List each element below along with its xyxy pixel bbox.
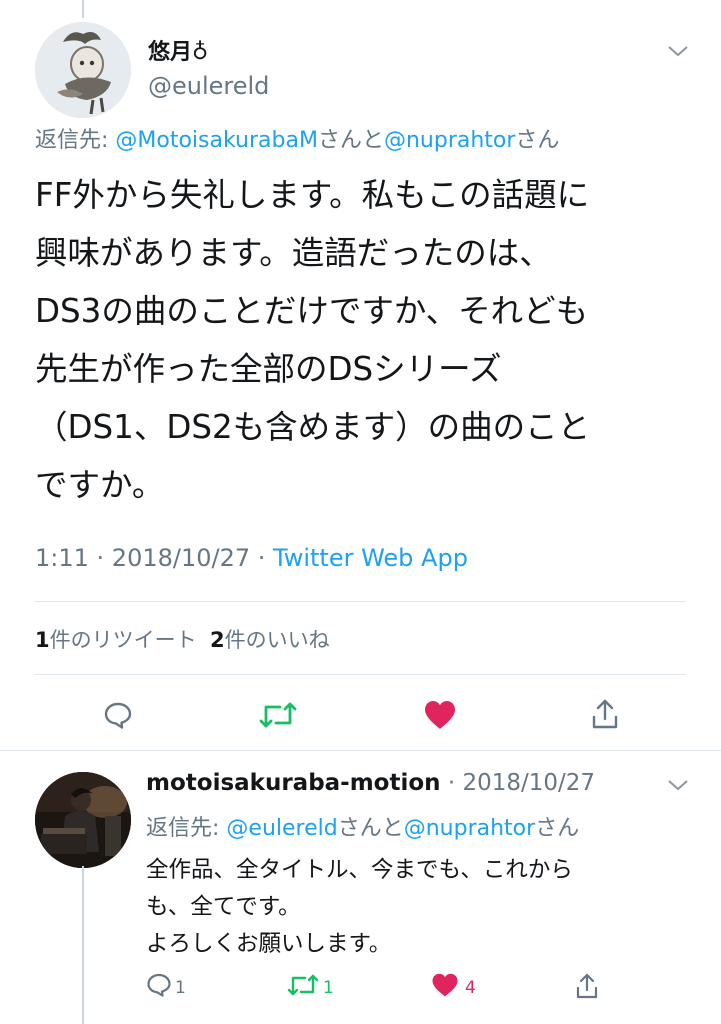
thread-line <box>82 866 84 1024</box>
user-handle[interactable]: @eulereld <box>148 72 269 100</box>
tweet-text: FF外から失礼します。私もこの話題に 興味があります。造語だったのは、 DS3の… <box>35 166 695 514</box>
retweet-count: 1 <box>323 978 334 998</box>
like-label: 件のいいね <box>224 628 330 652</box>
like-count: 4 <box>465 978 476 998</box>
retweet-icon[interactable] <box>258 700 298 730</box>
avatar[interactable] <box>35 772 131 868</box>
like-count: 2 <box>209 628 225 652</box>
reply-date[interactable]: 2018/10/27 <box>462 770 595 796</box>
tweet-meta: 1:11 · 2018/10/27 · Twitter Web App <box>35 544 468 572</box>
replying-to: 返信先: @MotoisakurabaMさんと@nuprahtorさん <box>35 122 559 154</box>
replying-suffix: さん <box>515 128 560 153</box>
tweet-text-line: 先生が作った全部のDSシリーズ <box>35 350 502 388</box>
mention-link[interactable]: @eulereld <box>226 816 337 841</box>
tweet-text-line: 興味があります。造語だったのは、 <box>35 234 552 272</box>
tweet-text-line: ですか。 <box>35 466 165 504</box>
chevron-down-icon[interactable] <box>667 778 689 792</box>
tweet-text-line: DS3の曲のことだけですか、それども <box>35 292 589 330</box>
retweet-count: 1 <box>35 628 50 652</box>
share-icon <box>576 973 598 999</box>
avatar[interactable] <box>35 22 131 118</box>
comment-icon <box>147 973 171 997</box>
reply-text-line: も、全てです。 <box>146 894 301 920</box>
tweet-source[interactable]: Twitter Web App <box>273 544 468 572</box>
likes-stat[interactable]: 2件のいいね <box>210 628 330 652</box>
tweet-time[interactable]: 1:11 <box>35 544 89 572</box>
tweet-stats: 1件のリツイート 2件のいいね <box>35 624 330 654</box>
replying-connector: さんと <box>337 816 404 841</box>
replying-to: 返信先: @eulereldさんと@nuprahtorさん <box>146 810 579 842</box>
reply-author: motoisakuraba-motion · 2018/10/27 <box>146 770 595 796</box>
meta-separator: · <box>440 770 463 796</box>
mention-link[interactable]: @nuprahtor <box>384 128 515 153</box>
replying-connector: さんと <box>317 128 384 153</box>
display-name[interactable]: 悠月♁ <box>148 34 208 66</box>
replying-suffix: さん <box>535 816 580 841</box>
reply-action[interactable]: 1 <box>146 972 186 998</box>
like-action[interactable]: 4 <box>431 972 476 998</box>
reply-count: 1 <box>175 978 186 998</box>
heart-icon[interactable] <box>423 699 457 731</box>
reply-text-line: 全作品、全タイトル、今までも、これから <box>146 857 573 883</box>
retweet-label: 件のリツイート <box>49 628 197 652</box>
thread-line <box>82 0 84 18</box>
share-action[interactable] <box>575 972 599 1000</box>
meta-separator: · <box>88 544 112 572</box>
mention-link[interactable]: @nuprahtor <box>404 816 535 841</box>
divider <box>35 674 686 675</box>
retweet-action[interactable]: 1 <box>286 972 334 998</box>
display-name-emoji: ♁ <box>192 40 209 65</box>
mention-link[interactable]: @MotoisakurabaM <box>115 128 318 153</box>
replying-prefix: 返信先: <box>146 816 227 841</box>
share-icon[interactable] <box>591 698 619 730</box>
retweet-icon <box>287 974 319 996</box>
heart-icon <box>432 973 458 997</box>
divider <box>35 601 686 602</box>
tweet-date[interactable]: 2018/10/27 <box>112 544 250 572</box>
reply-text: 全作品、全タイトル、今までも、これから も、全てです。 よろしくお願いします。 <box>146 852 573 963</box>
tweet-text-line: （DS1、DS2も含めます）の曲のこと <box>35 408 591 446</box>
meta-separator: · <box>250 544 274 572</box>
retweets-stat[interactable]: 1件のリツイート <box>35 628 197 652</box>
comment-icon[interactable] <box>103 700 133 730</box>
replying-prefix: 返信先: <box>35 128 116 153</box>
display-name-text: 悠月 <box>148 40 193 65</box>
tweet-text-line: FF外から失礼します。私もこの話題に <box>35 176 590 214</box>
reply-text-line: よろしくお願いします。 <box>146 931 392 957</box>
reply-display-name[interactable]: motoisakuraba-motion <box>146 770 441 796</box>
chevron-down-icon[interactable] <box>667 44 689 58</box>
divider <box>0 750 721 751</box>
